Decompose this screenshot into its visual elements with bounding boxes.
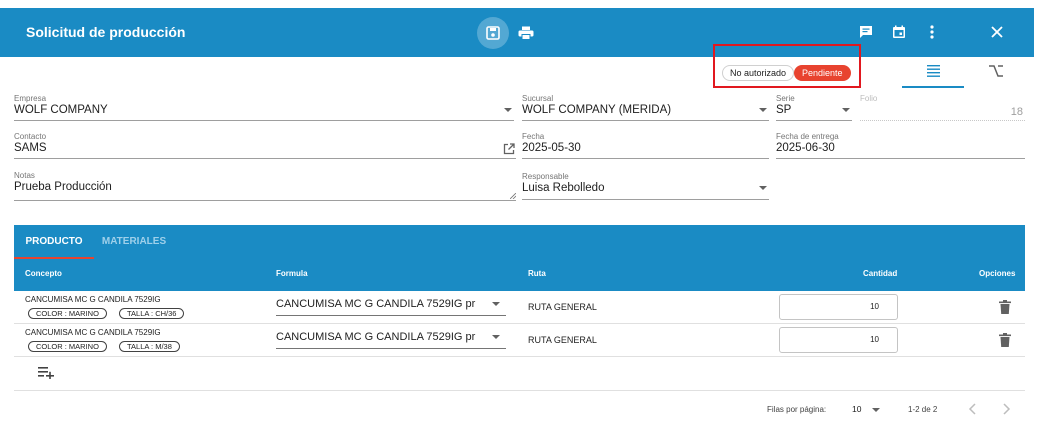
calendar-button[interactable] xyxy=(887,20,911,44)
chevron-down-icon xyxy=(504,108,512,112)
print-icon xyxy=(518,26,534,40)
calendar-icon xyxy=(893,25,905,38)
status-badge: Pendiente xyxy=(794,65,851,81)
empresa-label: Empresa xyxy=(14,94,47,103)
fecha-entrega-label: Fecha de entrega xyxy=(776,132,839,141)
tab-branch-view[interactable] xyxy=(966,60,1026,88)
close-button[interactable] xyxy=(985,20,1009,44)
quantity-value: 10 xyxy=(870,335,879,344)
responsable-value: Luisa Rebolledo xyxy=(522,182,605,194)
serie-select[interactable]: Serie SP xyxy=(776,94,852,121)
more-options-button[interactable] xyxy=(920,20,944,44)
formula-select[interactable]: CANCUMISA MC G CANDILA 7529IG pr xyxy=(276,327,506,349)
app-root: Solicitud de producción No autorizado Pe… xyxy=(0,0,1048,436)
branch-icon xyxy=(989,65,1003,77)
page-title: Solicitud de producción xyxy=(26,24,186,40)
column-header-cantidad: Cantidad xyxy=(863,269,898,278)
notas-value: Prueba Producción xyxy=(14,181,112,193)
contacto-label: Contacto xyxy=(14,132,47,141)
pagination-range: 1-2 de 2 xyxy=(908,405,938,414)
variant-tag: TALLA : CH/36 xyxy=(119,308,185,319)
fecha-field[interactable]: Fecha 2025-05-30 xyxy=(522,132,769,159)
formula-select[interactable]: CANCUMISA MC G CANDILA 7529IG pr xyxy=(276,294,506,316)
column-header-ruta: Ruta xyxy=(528,269,546,278)
divider xyxy=(14,390,1025,391)
row-ruta: RUTA GENERAL xyxy=(528,302,597,312)
close-icon xyxy=(991,26,1003,38)
responsable-label: Responsable xyxy=(522,172,569,181)
formula-value: CANCUMISA MC G CANDILA 7529IG pr xyxy=(276,298,476,310)
table-row: CANCUMISA MC G CANDILA 7529IG COLOR : MA… xyxy=(14,291,1025,324)
sucursal-value: WOLF COMPANY (MERIDA) xyxy=(522,104,672,116)
more-vert-icon xyxy=(930,25,934,39)
column-header-opciones: Opciones xyxy=(979,269,1016,278)
chevron-left-icon[interactable] xyxy=(967,402,979,416)
playlist-add-icon xyxy=(38,367,54,380)
row-concept: CANCUMISA MC G CANDILA 7529IG xyxy=(25,328,161,337)
folio-value: 18 xyxy=(1010,106,1023,118)
chevron-right-icon[interactable] xyxy=(1000,402,1012,416)
contacto-field[interactable]: Contacto SAMS xyxy=(14,132,516,159)
chevron-down-icon xyxy=(759,108,767,112)
save-button[interactable] xyxy=(477,17,509,49)
notas-textarea[interactable]: Notas Prueba Producción xyxy=(14,171,516,201)
tab-list-view[interactable] xyxy=(902,60,964,88)
rows-per-page-value: 10 xyxy=(852,404,862,414)
fecha-entrega-value: 2025-06-30 xyxy=(776,142,835,154)
row-ruta: RUTA GENERAL xyxy=(528,335,597,345)
sucursal-label: Sucursal xyxy=(522,94,554,103)
top-bar: Solicitud de producción xyxy=(0,8,1034,57)
authorization-chip: No autorizado xyxy=(722,65,795,81)
product-panel-header: PRODUCTO MATERIALES Concepto Formula Rut… xyxy=(14,225,1025,291)
formula-value: CANCUMISA MC G CANDILA 7529IG pr xyxy=(276,331,476,343)
rows-per-page-select[interactable]: 10 xyxy=(852,404,880,414)
quantity-input[interactable]: 10 xyxy=(779,327,898,353)
tab-materiales[interactable]: MATERIALES xyxy=(99,225,169,259)
quantity-value: 10 xyxy=(870,302,879,311)
chevron-down-icon xyxy=(492,335,500,339)
variant-tag: TALLA : M/38 xyxy=(119,341,180,352)
column-header-concepto: Concepto xyxy=(25,269,62,278)
resize-handle-icon[interactable] xyxy=(510,193,516,199)
chevron-down-icon xyxy=(842,108,850,112)
serie-label: Serie xyxy=(776,94,795,103)
open-external-icon[interactable] xyxy=(503,143,515,155)
notas-label: Notas xyxy=(14,171,35,180)
folio-field: Folio 18 xyxy=(860,94,1025,121)
variant-tag: COLOR : MARINO xyxy=(28,341,107,352)
fecha-entrega-field[interactable]: Fecha de entrega 2025-06-30 xyxy=(776,132,1025,159)
list-icon xyxy=(926,65,940,77)
comment-icon xyxy=(860,26,872,38)
responsable-select[interactable]: Responsable Luisa Rebolledo xyxy=(522,172,769,200)
quantity-input[interactable]: 10 xyxy=(779,294,898,320)
print-button[interactable] xyxy=(512,17,540,49)
tab-producto[interactable]: PRODUCTO xyxy=(14,225,94,259)
empresa-value: WOLF COMPANY xyxy=(14,104,108,116)
rows-per-page-label: Filas por página: xyxy=(767,405,827,414)
delete-icon[interactable] xyxy=(999,333,1011,347)
sucursal-select[interactable]: Sucursal WOLF COMPANY (MERIDA) xyxy=(522,94,769,121)
save-icon xyxy=(486,26,500,40)
contacto-value: SAMS xyxy=(14,142,47,154)
empresa-select[interactable]: Empresa WOLF COMPANY xyxy=(14,94,514,121)
delete-icon[interactable] xyxy=(999,300,1011,314)
serie-value: SP xyxy=(776,104,792,116)
table-row: CANCUMISA MC G CANDILA 7529IG COLOR : MA… xyxy=(14,324,1025,357)
row-concept: CANCUMISA MC G CANDILA 7529IG xyxy=(25,295,161,304)
add-row-button[interactable] xyxy=(38,366,56,382)
folio-label: Folio xyxy=(860,94,878,103)
fecha-value: 2025-05-30 xyxy=(522,142,581,154)
column-header-formula: Formula xyxy=(276,269,308,278)
chevron-down-icon xyxy=(492,302,500,306)
variant-tag: COLOR : MARINO xyxy=(28,308,107,319)
chevron-down-icon xyxy=(872,408,880,412)
fecha-label: Fecha xyxy=(522,132,545,141)
comments-button[interactable] xyxy=(854,20,878,44)
chevron-down-icon xyxy=(759,186,767,190)
